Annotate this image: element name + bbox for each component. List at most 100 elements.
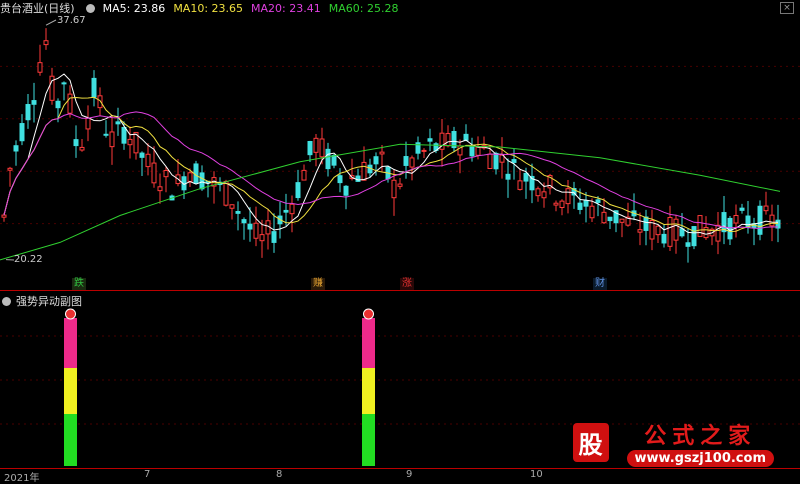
candle-body [596,200,600,203]
event-label-zhang[interactable]: 涨 [400,278,414,290]
indicator-bar-segment [362,318,375,368]
candle-body [380,152,384,154]
candle-body [98,96,102,108]
candle-body [446,134,450,146]
candle-body [686,243,690,247]
candle-body [542,192,546,198]
candle-body [308,141,312,154]
candle-body [764,206,768,211]
candle-body [590,206,594,218]
candle-body [452,132,456,148]
ma5-line [4,74,778,234]
candle-body [770,215,774,226]
candle-body [236,212,240,214]
candle-body [314,138,318,152]
candle-body [224,181,228,205]
candle-body [284,210,288,212]
event-label-die[interactable]: 跌 [72,278,86,290]
event-label-cai[interactable]: 财 [593,278,607,290]
candle-body [116,122,120,124]
axis-label-8: 8 [276,469,282,480]
panel-divider [0,290,800,291]
candle-body [608,217,612,220]
ma5-label: MA5: 23.86 [103,2,166,15]
candle-body [620,219,624,222]
high-price-label: 37.67 [57,15,86,26]
candle-body [518,181,522,190]
ma20-line [4,112,778,228]
axis-label-9: 9 [406,469,412,480]
candle-body [230,205,234,208]
watermark-logo: 股 [573,423,609,462]
ma20-label: MA20: 23.41 [251,2,321,15]
indicator-signal-dot [364,309,374,319]
candle-body [644,217,648,230]
candle-body [506,174,510,179]
candle-body [62,83,66,84]
candle-body [566,189,570,204]
candle-body [470,147,474,156]
candle-body [188,173,192,182]
high-marker-line [46,20,56,25]
candle-body [602,212,606,222]
watermark: 股 公式之家 www.gszj100.com [573,418,774,467]
candle-body [722,213,726,232]
candle-body [128,139,132,144]
candle-body [410,158,414,167]
candle-body [428,139,432,141]
candle-body [122,127,126,143]
candle-body [464,134,468,140]
ma10-label: MA10: 23.65 [173,2,243,15]
watermark-title: 公式之家 [644,418,756,450]
candle-body [32,101,36,105]
candle-body [110,132,114,147]
candle-body [362,162,366,180]
candle-body [80,147,84,150]
watermark-url: www.gszj100.com [627,450,774,467]
candle-body [704,228,708,238]
event-label-zhuan[interactable]: 赚 [311,278,325,290]
candle-body [740,208,744,210]
candle-body [56,101,60,107]
candle-body [344,186,348,195]
candle-body [332,156,336,166]
candle-body [692,227,696,246]
candle-body [494,153,498,168]
candle-body [392,180,396,197]
close-icon[interactable]: × [780,2,794,14]
candle-body [578,203,582,209]
candle-body [164,170,168,176]
candle-body [758,206,762,234]
candle-body [38,63,42,73]
low-price-label: 20.22 [14,254,43,265]
candle-body [290,204,294,213]
candle-body [254,223,258,238]
candle-body [584,201,588,206]
axis-label-10: 10 [530,469,543,480]
candle-body [674,219,678,240]
candle-body [398,184,402,186]
candle-body [44,41,48,45]
candle-body [728,218,732,238]
candle-body [158,187,162,191]
indicator-signal-dot [66,309,76,319]
candle-body [662,234,666,243]
candle-body [14,146,18,151]
candle-body [146,154,150,166]
candle-body [326,149,330,168]
candle-body [8,168,12,170]
candle-body [668,218,672,247]
candle-body [152,163,156,183]
candle-body [338,176,342,183]
candle-body [638,230,642,233]
settings-circle-icon[interactable] [86,4,95,13]
candlestick-chart[interactable] [0,14,800,276]
indicator-bar-segment [362,368,375,414]
candle-body [374,157,378,164]
candle-body [242,220,246,223]
date-axis: 2021年 7 8 9 10 [0,469,800,481]
candle-body [92,78,96,97]
indicator-bar-segment [362,414,375,466]
candle-body [476,147,480,155]
candle-body [260,235,264,241]
